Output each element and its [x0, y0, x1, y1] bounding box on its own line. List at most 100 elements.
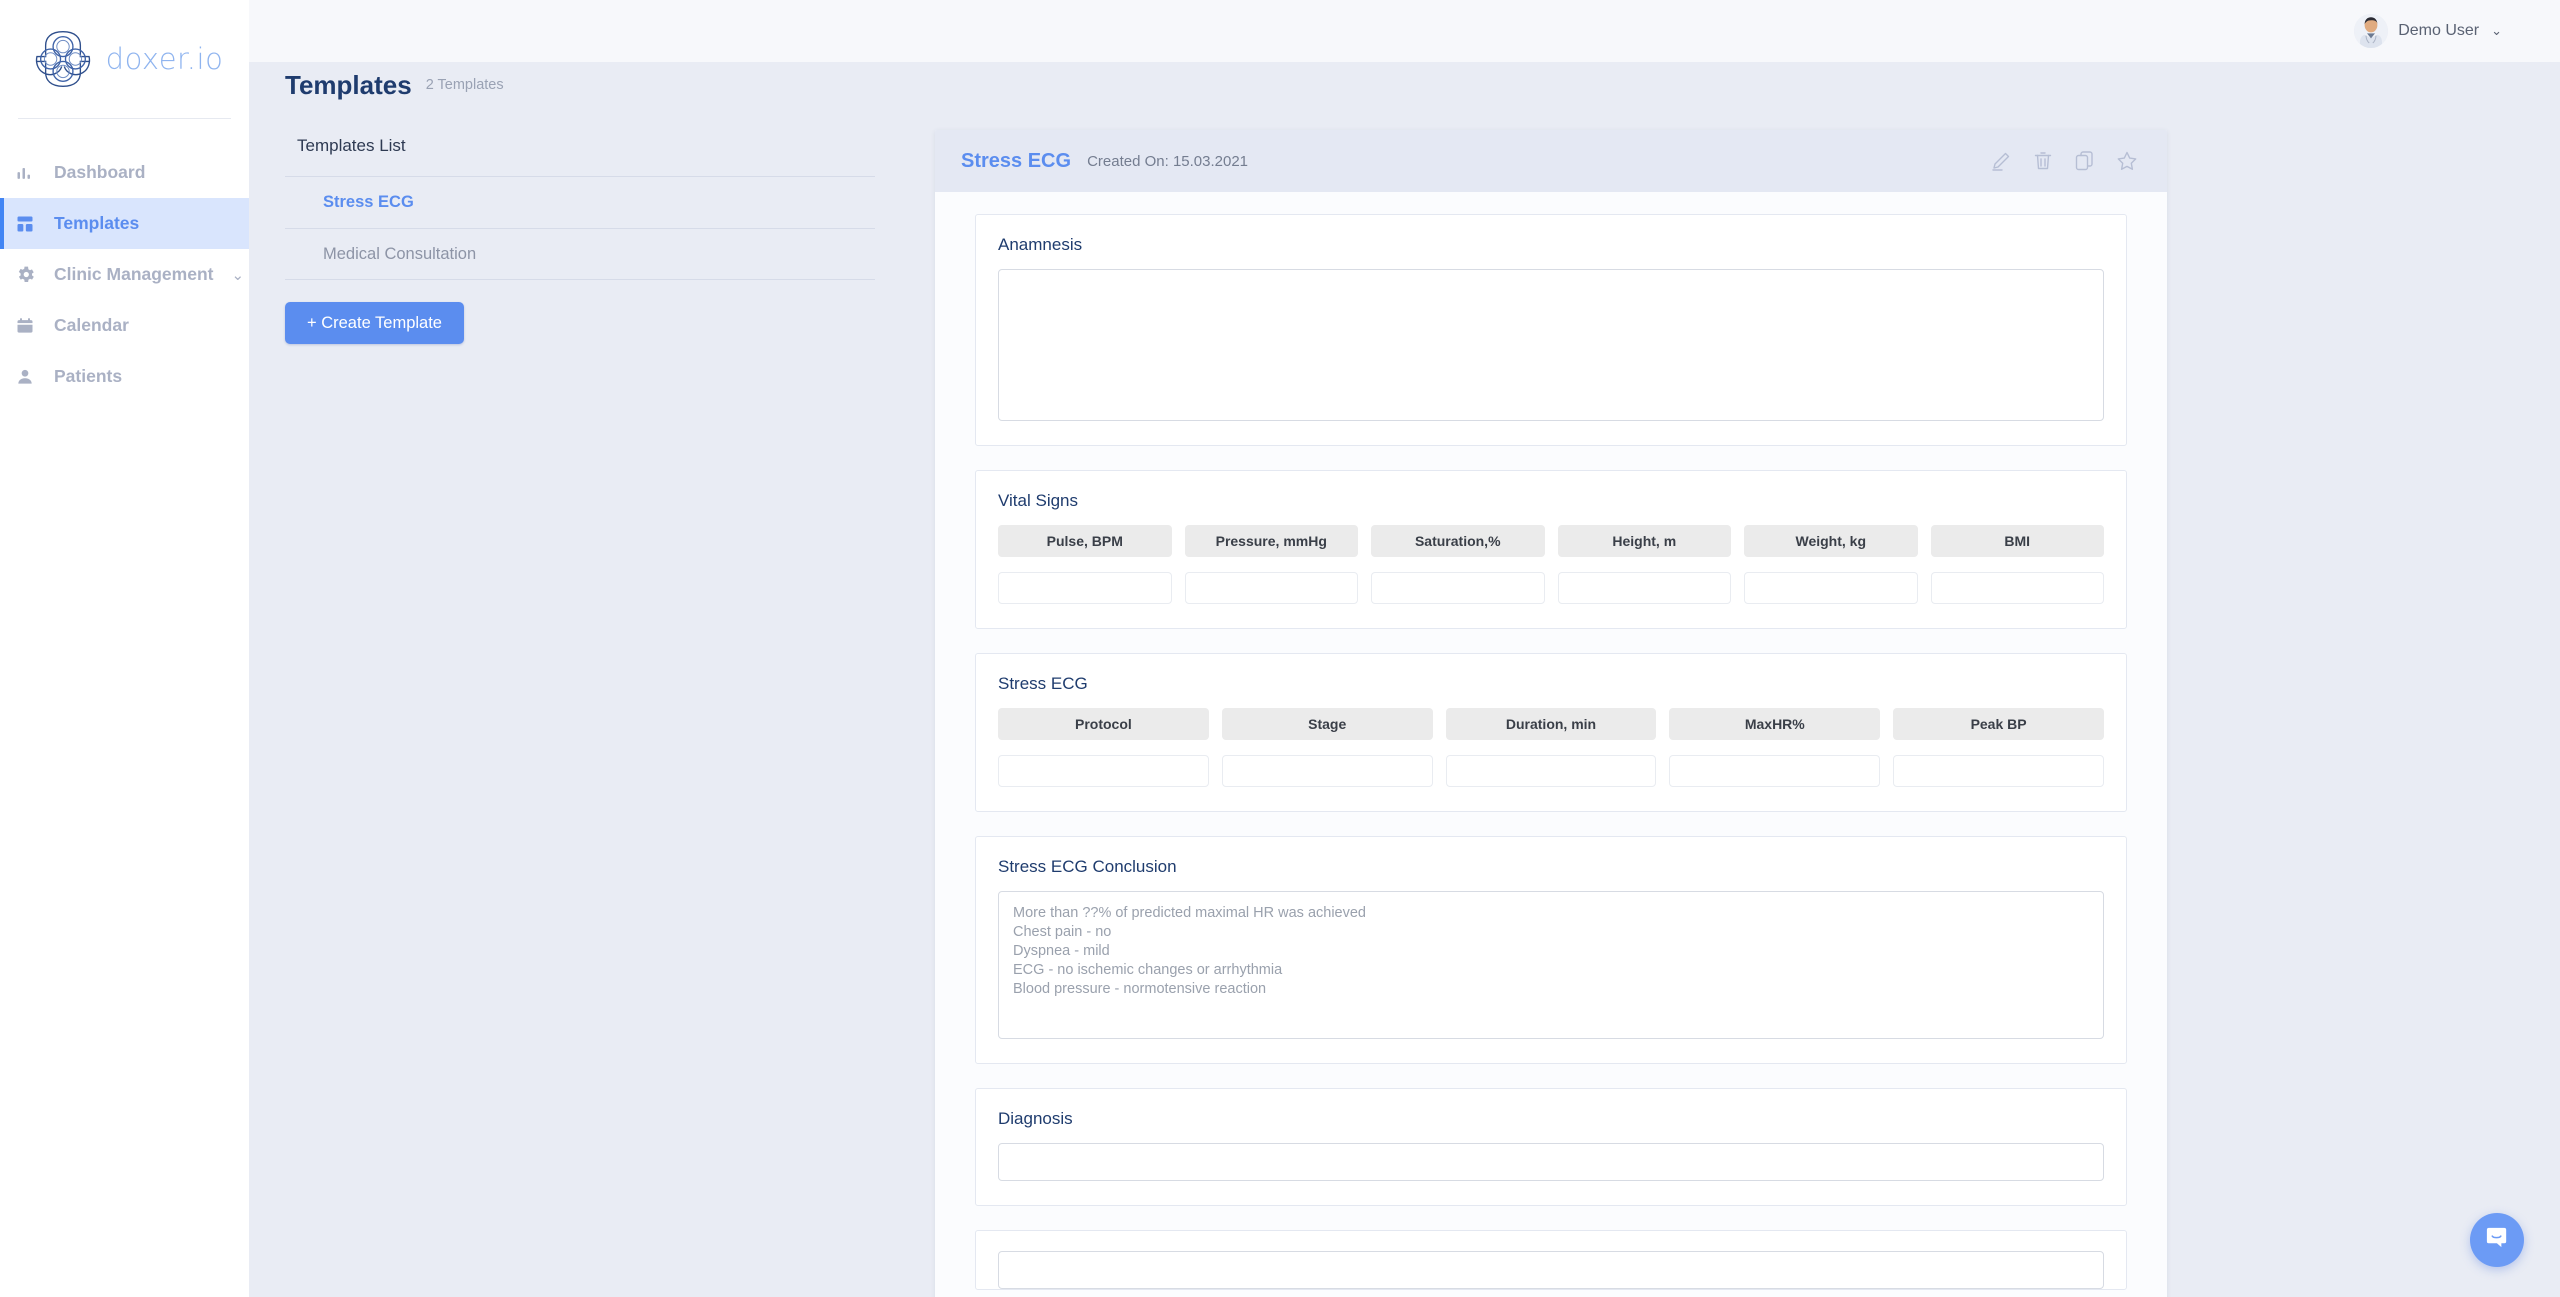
row-spacer [998, 740, 2104, 755]
star-icon[interactable] [2115, 149, 2139, 173]
section-stress-ecg-conclusion: Stress ECG Conclusion More than ??% of p… [975, 836, 2127, 1064]
sidebar: doxer.io Dashboard Templates Clinic Mana… [0, 0, 249, 1297]
chevron-down-icon[interactable]: ⌄ [231, 266, 244, 284]
edit-icon[interactable] [1989, 149, 2013, 173]
user-menu[interactable]: Demo User ⌄ [2354, 14, 2502, 48]
user-name: Demo User [2398, 22, 2480, 39]
column-header: Peak BP [1893, 708, 2104, 740]
stress-ecg-input-stage[interactable] [1221, 755, 1433, 787]
anamnesis-textarea[interactable] [998, 269, 2104, 421]
page-title: Templates [285, 69, 412, 100]
column-header: Weight, kg [1744, 525, 1918, 557]
vital-signs-input-pressure[interactable] [1184, 572, 1358, 604]
conclusion-textarea[interactable]: More than ??% of predicted maximal HR wa… [998, 891, 2104, 1039]
template-detail-header: Stress ECG Created On: 15.03.2021 [935, 130, 2167, 192]
vital-signs-header-row: Pulse, BPM Pressure, mmHg Saturation,% H… [998, 525, 2104, 557]
template-detail-body: Anamnesis Vital Signs Pulse, BPM Pressur… [935, 192, 2167, 1290]
doctor-avatar-icon [2354, 14, 2389, 48]
page-content: Templates List Stress ECG Medical Consul… [249, 108, 2560, 1297]
column-header: MaxHR% [1669, 708, 1881, 740]
diagnosis-input[interactable] [998, 1143, 2104, 1181]
create-template-button[interactable]: + Create Template [285, 302, 464, 344]
user-icon [14, 366, 36, 388]
column-header: Protocol [998, 708, 1209, 740]
sidebar-item-templates[interactable]: Templates [0, 198, 249, 249]
section-next-partial [975, 1230, 2127, 1290]
templates-list-heading: Templates List [297, 136, 406, 155]
list-item-label: Stress ECG [323, 193, 414, 211]
chat-launcher-button[interactable] [2470, 1213, 2524, 1267]
column-header: Saturation,% [1371, 525, 1545, 557]
main-area: Demo User ⌄ Templates 2 Templates Templa… [249, 0, 2560, 1297]
template-list-item-stress-ecg[interactable]: Stress ECG [285, 176, 875, 228]
page-header: Templates 2 Templates [249, 62, 2560, 108]
section-title: Stress ECG Conclusion [998, 857, 1177, 876]
conclusion-line: Chest pain - no [1013, 924, 1112, 940]
app-root: doxer.io Dashboard Templates Clinic Mana… [0, 0, 2560, 1297]
stress-ecg-header-row: Protocol Stage Duration, min MaxHR% Peak… [998, 708, 2104, 740]
vital-signs-input-saturation[interactable] [1371, 572, 1545, 604]
section-diagnosis: Diagnosis [975, 1088, 2127, 1206]
sidebar-item-label: Patients [54, 366, 123, 386]
vital-signs-input-weight[interactable] [1744, 572, 1918, 604]
section-title: Stress ECG [998, 674, 1088, 693]
vital-signs-input-height[interactable] [1557, 572, 1731, 604]
bar-chart-icon [14, 162, 36, 184]
doxer-knot-logo-icon [32, 28, 94, 90]
column-header: BMI [1930, 525, 2104, 557]
topbar: Demo User ⌄ [249, 0, 2560, 62]
vital-signs-input-bmi[interactable] [1930, 572, 2104, 604]
stress-ecg-input-peak-bp[interactable] [1893, 755, 2104, 787]
calendar-icon [14, 315, 36, 337]
column-header: Height, m [1557, 525, 1731, 557]
column-header: Pulse, BPM [998, 525, 1172, 557]
column-header: Stage [1221, 708, 1433, 740]
brand-logo[interactable]: doxer.io [0, 0, 249, 118]
sidebar-item-label: Dashboard [54, 162, 146, 182]
templates-list-panel: Templates List Stress ECG Medical Consul… [285, 130, 935, 1297]
template-action-bar [1989, 149, 2139, 173]
stress-ecg-input-maxhr[interactable] [1669, 755, 1881, 787]
trash-icon[interactable] [2031, 149, 2055, 173]
template-created-on: Created On: 15.03.2021 [1087, 152, 1249, 170]
section-stress-ecg: Stress ECG Protocol Stage Duration, min … [975, 653, 2127, 812]
sidebar-item-label: Clinic Management [54, 264, 214, 284]
copy-icon[interactable] [2073, 149, 2097, 173]
section-anamnesis: Anamnesis [975, 214, 2127, 446]
section-title: Vital Signs [998, 491, 1079, 510]
column-header: Duration, min [1445, 708, 1657, 740]
column-header: Pressure, mmHg [1184, 525, 1358, 557]
brand-wordmark: doxer.io [105, 42, 224, 76]
grid-layout-icon [14, 213, 36, 235]
chevron-down-icon[interactable]: ⌄ [2491, 23, 2502, 39]
vital-signs-input-row [998, 572, 2104, 604]
list-item-label: Medical Consultation [323, 244, 477, 263]
section-title: Diagnosis [998, 1109, 1073, 1128]
sidebar-item-patients[interactable]: Patients [0, 351, 249, 402]
sidebar-nav: Dashboard Templates Clinic Management ⌄ … [0, 147, 249, 402]
section-vital-signs: Vital Signs Pulse, BPM Pressure, mmHg Sa… [975, 470, 2127, 629]
section-title: Anamnesis [998, 235, 1083, 254]
template-list-item-medical-consultation[interactable]: Medical Consultation [285, 228, 875, 280]
sidebar-item-clinic-management[interactable]: Clinic Management ⌄ [0, 249, 249, 300]
conclusion-line: ECG - no ischemic changes or arrhythmia [1013, 962, 1283, 978]
page-subtitle-count: 2 Templates [425, 77, 504, 93]
sidebar-item-dashboard[interactable]: Dashboard [0, 147, 249, 198]
template-detail-card: Stress ECG Created On: 15.03.2021 Anamne… [935, 130, 2167, 1297]
sidebar-item-calendar[interactable]: Calendar [0, 300, 249, 351]
gear-icon [14, 264, 36, 286]
conclusion-line: Dyspnea - mild [1013, 943, 1110, 959]
stress-ecg-input-row [998, 755, 2104, 787]
next-section-input[interactable] [998, 1251, 2104, 1289]
template-detail-title: Stress ECG [961, 149, 1072, 172]
sidebar-item-label: Templates [54, 213, 140, 233]
stress-ecg-input-duration[interactable] [1445, 755, 1657, 787]
conclusion-line: More than ??% of predicted maximal HR wa… [1013, 905, 1366, 921]
chat-bubble-icon [2484, 1224, 2511, 1256]
vital-signs-input-pulse[interactable] [998, 572, 1172, 604]
sidebar-item-label: Calendar [54, 315, 129, 335]
stress-ecg-input-protocol[interactable] [998, 755, 1209, 787]
row-spacer [998, 557, 2104, 572]
sidebar-divider [18, 118, 231, 119]
conclusion-line: Blood pressure - normotensive reaction [1013, 981, 1267, 997]
